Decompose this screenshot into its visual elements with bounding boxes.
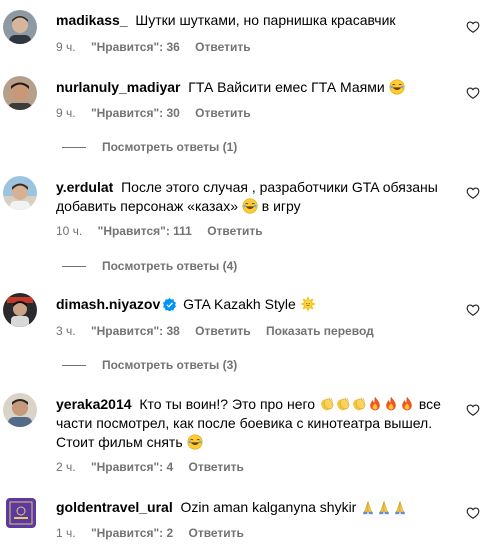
fire-emoji-icon [367,396,383,412]
comment-meta: 9 ч. "Нравится": 30 Ответить [56,106,263,120]
reply-button[interactable]: Ответить [195,324,250,338]
reply-button[interactable]: Ответить [207,224,262,238]
avatar[interactable] [6,498,36,528]
comment-username[interactable]: y.erdulat [56,179,113,195]
fire-emoji-icon [399,396,415,412]
laughing-emoji-icon [389,79,405,95]
likes-count[interactable]: "Нравится": 30 [91,106,180,120]
laughing-emoji-icon [187,434,203,450]
avatar[interactable] [3,10,37,44]
replies-divider [62,147,86,149]
view-replies-button[interactable]: Посмотреть ответы (3) [62,358,237,372]
clapping-hands-emoji-icon [335,396,351,412]
heart-outline-icon[interactable] [466,303,480,317]
comment-username[interactable]: madikass_ [56,12,128,28]
comment-body: goldentravel_ural Ozin aman kalganyna sh… [56,498,448,517]
comment-time[interactable]: 2 ч. [56,460,76,474]
comment-meta: 1 ч. "Нравится": 2 Ответить [56,526,256,540]
comment-body: madikass_ Шутки шутками, но парнишка кра… [56,11,448,30]
comment-username[interactable]: yeraka2014 [56,396,132,412]
comment-username[interactable]: nurlanuly_madiyar [56,79,181,95]
likes-count[interactable]: "Нравится": 111 [98,224,192,238]
comment-text: Кто ты воин!? Это про него [139,396,316,412]
comment-meta: 2 ч. "Нравится": 4 Ответить [56,460,256,474]
verified-badge-icon [163,298,177,311]
folded-hands-emoji-icon [376,499,392,515]
view-replies-button[interactable]: Посмотреть ответы (1) [62,140,237,154]
view-replies-button[interactable]: Посмотреть ответы (4) [62,259,237,273]
comment-body: nurlanuly_madiyar ГТА Вайсити емес ГТА М… [56,78,448,97]
comment-meta: 9 ч. "Нравится": 36 Ответить [56,40,263,54]
view-replies-label: Посмотреть ответы (1) [102,140,238,154]
comment-time[interactable]: 3 ч. [56,324,76,338]
reply-button[interactable]: Ответить [188,460,243,474]
replies-divider [62,365,86,367]
heart-outline-icon[interactable] [466,86,480,100]
likes-count[interactable]: "Нравится": 2 [91,526,173,540]
fire-emoji-icon [383,396,399,412]
comment-body: y.erdulat После этого случая , разработч… [56,178,448,216]
comment-body: dimash.niyazov GTA Kazakh Style [56,295,448,314]
avatar[interactable] [3,76,37,110]
avatar[interactable] [3,293,37,327]
comment-text: GTA Kazakh Style [183,296,296,312]
sun-emoji-icon [300,296,316,312]
comment-text: Шутки шутками, но парнишка красавчик [135,12,396,28]
reply-button[interactable]: Ответить [195,106,250,120]
comment-meta: 3 ч. "Нравится": 38 Ответить Показать пе… [56,324,386,338]
comment-username[interactable]: goldentravel_ural [56,499,173,515]
clapping-hands-emoji-icon [319,396,335,412]
avatar[interactable] [3,393,37,427]
comment-time[interactable]: 1 ч. [56,526,76,540]
heart-outline-icon[interactable] [466,20,480,34]
laughing-emoji-icon [242,198,258,214]
folded-hands-emoji-icon [392,499,408,515]
clapping-hands-emoji-icon [351,396,367,412]
view-replies-label: Посмотреть ответы (3) [102,358,238,372]
likes-count[interactable]: "Нравится": 36 [91,40,180,54]
likes-count[interactable]: "Нравится": 38 [91,324,180,338]
heart-outline-icon[interactable] [466,506,480,520]
comment-text-continued: в игру [261,198,301,214]
comment-time[interactable]: 9 ч. [56,106,76,120]
likes-count[interactable]: "Нравится": 4 [91,460,173,474]
avatar[interactable] [3,176,37,210]
comment-body: yeraka2014 Кто ты воин!? Это про него вс… [56,395,448,452]
comment-text: ГТА Вайсити емес ГТА Маями [188,79,385,95]
heart-outline-icon[interactable] [466,186,480,200]
reply-button[interactable]: Ответить [188,526,243,540]
heart-outline-icon[interactable] [466,403,480,417]
comment-meta: 10 ч. "Нравится": 111 Ответить [56,224,275,238]
replies-divider [62,266,86,268]
comment-text: Ozin aman kalganyna shykir [180,499,357,515]
reply-button[interactable]: Ответить [195,40,250,54]
comment-time[interactable]: 10 ч. [56,224,82,238]
folded-hands-emoji-icon [360,499,376,515]
view-replies-label: Посмотреть ответы (4) [102,259,238,273]
comment-time[interactable]: 9 ч. [56,40,76,54]
comment-username[interactable]: dimash.niyazov [56,296,160,312]
show-translation-button[interactable]: Показать перевод [266,324,374,338]
